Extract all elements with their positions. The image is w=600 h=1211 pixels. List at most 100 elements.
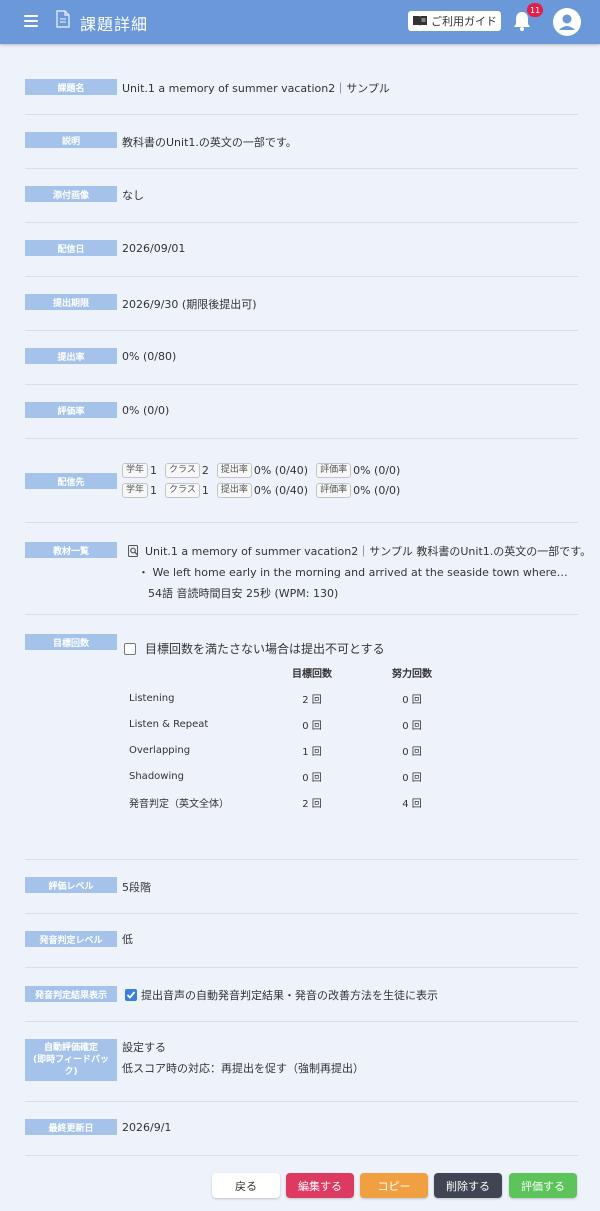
label-target-counts: 目標回数 [25, 634, 117, 650]
value-submission-rate: 0% (0/80) [122, 350, 177, 363]
tag-grade: 学年 [122, 462, 149, 478]
destination-row: 学年 1 クラス 2 提出率 0% (0/40) 評価率 0% (0/0) [122, 460, 400, 480]
table-row: Listen & Repeat 0 回 0 回 [122, 711, 462, 737]
value-description: 教科書のUnit1.の英文の一部です。 [122, 136, 297, 149]
label-pron-level: 発音判定レベル [25, 931, 117, 947]
magnifier-document-icon [128, 545, 138, 557]
material-item[interactable]: Unit.1 a memory of summer vacation2｜サンプル… [128, 543, 591, 559]
value-title: Unit.1 a memory of summer vacation2｜サンプル [122, 82, 390, 95]
pron-display-label: 提出音声の自動発音判定結果・発音の改善方法を生徒に表示 [141, 989, 438, 1002]
checkmark-icon [126, 991, 136, 999]
destination-row: 学年 1 クラス 1 提出率 0% (0/40) 評価率 0% (0/0) [122, 480, 400, 500]
row-delivery-date: 配信日 2026/09/01 [25, 223, 578, 277]
row-title: 課題名 Unit.1 a memory of summer vacation2｜… [25, 70, 578, 115]
col-effort-count: 努力回数 [392, 668, 432, 680]
value-pron-level: 低 [122, 933, 133, 946]
label-eval-level: 評価レベル [25, 877, 117, 893]
target-required-checkbox[interactable] [124, 642, 136, 655]
label-submission-rate: 提出率 [25, 348, 117, 364]
effort-value: 0 回 [402, 694, 422, 706]
practice-name: Listening [129, 692, 175, 704]
row-attachment: 添付画像 なし [25, 169, 578, 223]
row-target-counts: 目標回数 目標回数を満たさない場合は提出不可とする 目標回数 努力回数 List… [25, 615, 578, 860]
page-title: 課題詳細 [80, 15, 149, 34]
label-delivery-date: 配信日 [25, 240, 117, 256]
dest-class-value: 1 [201, 483, 209, 497]
materials-list: Unit.1 a memory of summer vacation2｜サンプル… [128, 543, 591, 601]
user-guide-button[interactable]: ご利用ガイド [408, 11, 501, 31]
row-last-updated: 最終更新日 2026/9/1 [25, 1102, 578, 1156]
material-title: Unit.1 a memory of summer vacation2｜サンプル… [145, 545, 592, 558]
target-value: 0 回 [302, 772, 322, 784]
label-materials: 教材一覧 [25, 542, 117, 558]
copy-button[interactable]: コピー [360, 1173, 428, 1198]
label-deadline: 提出期限 [25, 294, 117, 310]
hamburger-menu-icon[interactable] [24, 15, 38, 27]
tag-evaluation-rate: 評価率 [316, 482, 352, 498]
table-row: Listening 2 回 0 回 [122, 685, 462, 711]
dest-class-value: 2 [201, 463, 209, 477]
back-button[interactable]: 戻る [212, 1173, 280, 1198]
tag-evaluation-rate: 評価率 [316, 462, 352, 478]
label-last-updated: 最終更新日 [25, 1119, 117, 1135]
practice-name: Shadowing [129, 770, 184, 782]
effort-value: 0 回 [402, 746, 422, 758]
tag-grade: 学年 [122, 482, 149, 498]
practice-name: 発音判定（英文全体） [129, 798, 229, 810]
app-header: 課題詳細 ご利用ガイド 11 [0, 0, 600, 44]
effort-value: 0 回 [402, 772, 422, 784]
user-avatar[interactable] [553, 8, 581, 36]
row-pron-display: 発音判定結果表示 提出音声の自動発音判定結果・発音の改善方法を生徒に表示 [25, 968, 578, 1022]
edit-button[interactable]: 編集する [286, 1173, 354, 1198]
dest-grade-value: 1 [150, 483, 158, 497]
dest-grade-value: 1 [150, 463, 158, 477]
target-required-option: 目標回数を満たさない場合は提出不可とする [124, 640, 385, 657]
person-icon [559, 14, 575, 30]
material-excerpt: ・ We left home early in the morning and … [138, 566, 568, 579]
tag-class: クラス [165, 482, 200, 498]
value-eval-level: 5段階 [122, 881, 151, 894]
pron-display-option: 提出音声の自動発音判定結果・発音の改善方法を生徒に表示 [125, 987, 438, 1003]
value-auto-eval-low-score: 低スコア時の対応：再提出を促す（強制再提出） [122, 1062, 364, 1075]
notification-badge: 11 [527, 3, 544, 17]
value-evaluation-rate: 0% (0/0) [122, 404, 170, 417]
tag-submission-rate: 提出率 [216, 462, 252, 478]
user-guide-label: ご利用ガイド [431, 15, 497, 28]
col-target-count: 目標回数 [292, 668, 332, 680]
destination-list: 学年 1 クラス 2 提出率 0% (0/40) 評価率 0% (0/0) 学年… [122, 460, 400, 500]
evaluate-button[interactable]: 評価する [509, 1173, 577, 1198]
value-last-updated: 2026/9/1 [122, 1121, 172, 1134]
value-attachment: なし [122, 189, 144, 202]
document-icon [56, 10, 70, 28]
book-icon [413, 16, 427, 26]
row-description: 説明 教科書のUnit1.の英文の一部です。 [25, 115, 578, 169]
label-pron-display: 発音判定結果表示 [25, 986, 117, 1002]
target-value: 2 回 [302, 694, 322, 706]
target-value: 0 回 [302, 720, 322, 732]
label-auto-eval: 自動評価確定 (即時フィードバック) [25, 1039, 117, 1081]
label-attachment: 添付画像 [25, 186, 117, 202]
label-title: 課題名 [25, 79, 117, 95]
value-auto-eval: 設定する [122, 1041, 166, 1054]
row-submission-rate: 提出率 0% (0/80) [25, 331, 578, 385]
row-evaluation-rate: 評価率 0% (0/0) [25, 385, 578, 439]
table-row: Overlapping 1 回 0 回 [122, 737, 462, 763]
label-evaluation-rate: 評価率 [25, 402, 117, 418]
effort-value: 0 回 [402, 720, 422, 732]
target-counts-table: 目標回数 努力回数 Listening 2 回 0 回 Listen & Rep… [122, 659, 462, 815]
target-value: 2 回 [302, 798, 322, 810]
dest-eval-value: 0% (0/0) [353, 463, 401, 477]
row-eval-level: 評価レベル 5段階 [25, 860, 578, 914]
table-row: 発音判定（英文全体） 2 回 4 回 [122, 789, 462, 815]
dest-submit-value: 0% (0/40) [253, 483, 309, 497]
practice-name: Overlapping [129, 744, 191, 756]
row-auto-eval: 自動評価確定 (即時フィードバック) 設定する 低スコア時の対応：再提出を促す（… [25, 1022, 578, 1102]
value-delivery-date: 2026/09/01 [122, 242, 186, 255]
practice-name: Listen & Repeat [129, 718, 209, 730]
row-pron-level: 発音判定レベル 低 [25, 914, 578, 968]
pron-display-checkbox[interactable] [125, 989, 137, 1001]
delete-button[interactable]: 削除する [434, 1173, 502, 1198]
target-value: 1 回 [302, 746, 322, 758]
row-deadline: 提出期限 2026/9/30 (期限後提出可) [25, 277, 578, 331]
dest-submit-value: 0% (0/40) [253, 463, 309, 477]
